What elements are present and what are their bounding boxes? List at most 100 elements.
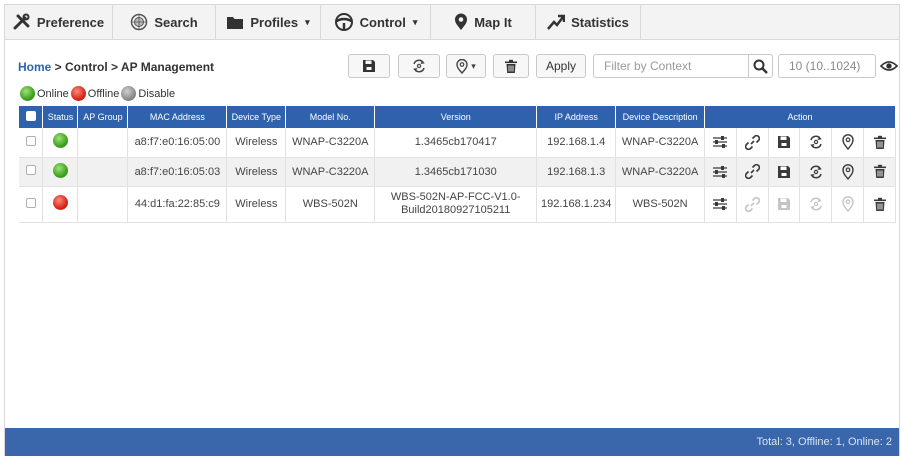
model-no-cell: WNAP-C3220A — [285, 157, 376, 187]
save-disk-icon — [777, 135, 791, 149]
mac-address-cell: 44:d1:fa:22:85:c9 — [127, 186, 228, 223]
sync-button[interactable] — [398, 54, 440, 78]
filter-search-button[interactable] — [748, 55, 772, 77]
select-all-header — [19, 106, 44, 128]
version-line-1: WBS-502N-AP-FCC-V1.0- — [390, 191, 521, 203]
status-legend: Online Offline Disable — [20, 86, 177, 101]
ip-address-cell: 192.168.1.4 — [536, 128, 617, 158]
trash-icon — [873, 197, 887, 212]
col-device-type[interactable]: Device Type — [226, 106, 287, 128]
filter-field — [593, 54, 773, 78]
sync-button — [799, 186, 833, 223]
col-version[interactable]: Version — [374, 106, 538, 128]
offline-status-icon — [52, 195, 68, 210]
row-checkbox[interactable] — [25, 197, 36, 208]
save-disk-icon — [363, 60, 375, 72]
connect-button[interactable] — [736, 157, 769, 187]
nav-search[interactable]: Search — [113, 5, 216, 39]
table-row[interactable]: a8:f7:e0:16:05:03 Wireless WNAP-C3220A 1.34… — [19, 157, 896, 187]
top-nav: Preference Search Profiles ▾ Control ▾ Map… — [4, 4, 900, 40]
model-no-cell: WNAP-C3220A — [285, 128, 376, 158]
configure-button[interactable] — [704, 186, 737, 223]
nav-map-it[interactable]: Map It — [431, 5, 536, 39]
connect-button — [736, 186, 769, 223]
apply-button[interactable]: Apply — [536, 54, 586, 78]
save-button[interactable] — [768, 157, 801, 187]
legend-disable-label: Disable — [138, 87, 176, 100]
trend-arrow-icon — [547, 14, 566, 30]
nav-control-label: Control — [359, 14, 406, 30]
ap-group-cell — [77, 157, 129, 187]
delete-button[interactable] — [863, 128, 896, 158]
filter-input[interactable] — [594, 55, 744, 77]
map-pin-icon — [841, 196, 854, 212]
table-row[interactable]: 44:d1:fa:22:85:c9 Wireless WBS-502N WBS-502… — [19, 186, 896, 223]
footer-summary: Total: 3, Offline: 1, Online: 2 — [756, 436, 892, 448]
breadcrumb-home-link[interactable]: Home — [18, 60, 51, 74]
col-device-description[interactable]: Device Description — [615, 106, 706, 128]
select-all-checkbox[interactable] — [25, 111, 36, 121]
col-mac-address[interactable]: MAC Address — [127, 106, 228, 128]
device-type-cell: Wireless — [226, 186, 287, 223]
map-pin-icon — [456, 58, 468, 74]
col-status[interactable]: Status — [42, 106, 79, 128]
nav-statistics-label: Statistics — [571, 14, 629, 30]
trash-icon — [873, 135, 887, 150]
col-action: Action — [704, 106, 896, 128]
search-icon — [753, 59, 768, 74]
status-cell — [42, 157, 79, 187]
version-cell: 1.3465cb171030 — [374, 157, 538, 187]
page-size-select[interactable]: 10 (10..1024) — [778, 54, 876, 78]
device-description-cell: WNAP-C3220A — [615, 157, 706, 187]
chevron-down-icon: ▾ — [412, 16, 418, 27]
steering-wheel-icon — [334, 13, 353, 31]
online-status-icon — [20, 86, 35, 101]
save-button — [768, 186, 801, 223]
delete-button[interactable] — [863, 157, 896, 187]
disable-status-icon — [121, 86, 137, 101]
locate-button[interactable] — [831, 157, 865, 187]
save-button[interactable] — [768, 128, 801, 158]
row-checkbox[interactable] — [25, 165, 36, 175]
eye-icon — [880, 61, 898, 71]
sync-button[interactable] — [799, 157, 833, 187]
sync-icon — [808, 196, 824, 212]
search-globe-icon — [131, 13, 148, 31]
status-cell — [42, 128, 79, 158]
map-pin-dropdown-button[interactable]: ▾ — [446, 54, 486, 78]
legend-offline-label: Offline — [87, 87, 120, 100]
sync-button[interactable] — [799, 128, 833, 158]
nav-preference[interactable]: Preference — [5, 5, 113, 39]
locate-button — [831, 186, 865, 223]
nav-preference-label: Preference — [36, 14, 105, 30]
row-select-cell — [19, 157, 44, 187]
connect-button[interactable] — [736, 128, 769, 158]
ap-group-cell — [77, 186, 129, 223]
breadcrumb: Home > Control > AP Management — [18, 60, 214, 74]
delete-button[interactable] — [493, 54, 529, 78]
table-row[interactable]: a8:f7:e0:16:05:00 Wireless WNAP-C3220A 1.34… — [19, 128, 896, 158]
col-ip-address[interactable]: IP Address — [536, 106, 617, 128]
version-cell: 1.3465cb170417 — [374, 128, 538, 158]
save-config-button[interactable] — [348, 54, 390, 78]
nav-statistics[interactable]: Statistics — [536, 5, 641, 39]
version-cell: WBS-502N-AP-FCC-V1.0- Build20180927105211 — [374, 186, 538, 223]
device-type-cell: Wireless — [226, 157, 287, 187]
col-model-no[interactable]: Model No. — [285, 106, 376, 128]
nav-map-it-label: Map It — [474, 14, 512, 30]
nav-profiles[interactable]: Profiles ▾ — [216, 5, 321, 39]
row-checkbox[interactable] — [25, 135, 36, 146]
column-visibility-button[interactable] — [877, 54, 901, 78]
nav-search-label: Search — [154, 14, 198, 30]
locate-button[interactable] — [831, 128, 865, 158]
col-ap-group[interactable]: AP Group — [77, 106, 129, 128]
status-cell — [42, 186, 79, 223]
nav-control[interactable]: Control ▾ — [321, 5, 431, 39]
delete-button[interactable] — [863, 186, 896, 223]
configure-button[interactable] — [704, 157, 737, 187]
online-status-icon — [52, 133, 68, 149]
settings-sliders-icon — [712, 165, 728, 179]
configure-button[interactable] — [704, 128, 737, 158]
ap-group-cell — [77, 128, 129, 158]
nav-profiles-label: Profiles — [250, 14, 299, 30]
